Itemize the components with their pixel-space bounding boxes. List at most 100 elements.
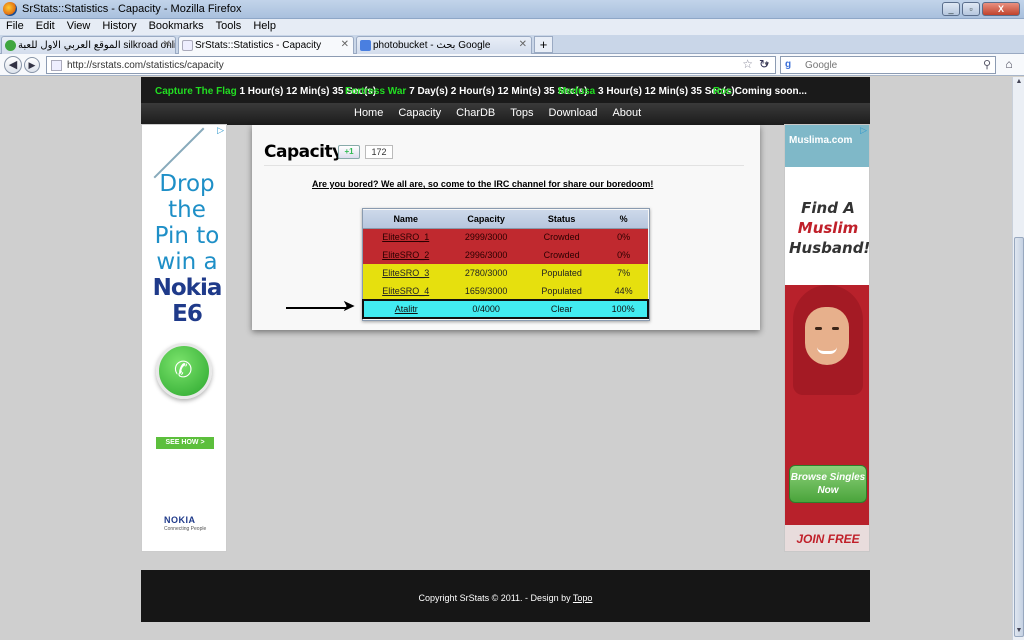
col-name: Name [363,210,449,229]
scroll-up-icon[interactable]: ▲ [1014,78,1024,90]
timer-ctf: Capture The Flag 1 Hour(s) 12 Min(s) 35 … [155,86,376,97]
menu-bookmarks[interactable]: Bookmarks [143,19,210,35]
col-percent: % [599,210,648,229]
ad-nokia[interactable]: ▷ Drop the Pin to win a Nokia E6 ✆ SEE H… [141,124,229,552]
server-percent: 0% [599,228,648,246]
timer-event: Roc [713,86,732,97]
muslima-logo: Muslima.com [789,135,853,146]
server-percent: 44% [599,282,648,300]
url-bar: ☆ ▾ [46,56,776,74]
adchoices-icon[interactable]: ▷ [860,125,867,136]
window-title: SrStats::Statistics - Capacity - Mozilla… [22,3,242,15]
pointer-arrow-icon: ➤ [342,298,356,315]
page-title: Capacity [264,142,343,162]
url-input[interactable] [67,58,727,72]
divider [264,165,744,166]
server-link[interactable]: EliteSRO_1 [363,228,449,246]
timer-medusa: Medusa 3 Hour(s) 12 Min(s) 35 Sec(s) [558,86,735,97]
search-bar: g ⚲ [780,56,996,74]
scroll-thumb[interactable] [1014,237,1024,637]
close-tab-icon[interactable]: ✕ [341,39,349,50]
table-row: EliteSRO_4 1659/3000 Populated 44% [363,282,648,300]
close-tab-icon[interactable]: ✕ [519,39,527,50]
server-status: Crowded [523,228,600,246]
browse-singles-button[interactable]: Browse Singles Now [789,465,867,503]
headline-accent: Muslim [797,219,859,237]
home-icon[interactable]: ⌂ [1000,57,1018,73]
server-link[interactable]: EliteSRO_2 [363,246,449,264]
plus-one-count: 172 [365,145,393,159]
nav-chardb[interactable]: CharDB [456,107,495,119]
nav-tops[interactable]: Tops [510,107,533,119]
tab-label: الموقع العربي الاول للعبة silkroad onlin… [18,40,175,51]
plus-one-button[interactable]: +1 [338,145,360,159]
ad-headline: Find A Muslim Husband! [789,198,870,258]
timer-fortress-war: Fortress War 7 Day(s) 2 Hour(s) 12 Min(s… [345,86,588,97]
bookmark-star-icon[interactable]: ☆ [742,57,753,71]
nav-download[interactable]: Download [549,107,598,119]
ad-headline: Drop the Pin to win a [154,171,220,275]
table-row: EliteSRO_2 2996/3000 Crowded 0% [363,246,648,264]
tab-srstats[interactable]: SrStats::Statistics - Capacity ✕ [178,36,354,55]
table-row: EliteSRO_3 2780/3000 Populated 7% [363,264,648,282]
tab-photobucket[interactable]: photobucket - بحث Google ✕ [356,36,532,54]
window-controls: _ ▫ X [942,2,1020,16]
headline-line-1: Find A [801,199,855,217]
see-how-button[interactable]: SEE HOW > [156,437,214,449]
nav-capacity[interactable]: Capacity [398,107,441,119]
server-status: Clear [523,299,600,319]
menu-history[interactable]: History [96,19,142,35]
minimize-button[interactable]: _ [942,2,960,16]
server-capacity: 0/4000 [448,299,524,319]
server-status: Crowded [523,246,600,264]
copyright-text: Copyright SrStats © 2011. - Design by To… [141,593,870,603]
menu-bar: File Edit View History Bookmarks Tools H… [0,19,1024,35]
designer-link[interactable]: Topo [573,593,593,603]
close-tab-icon[interactable]: ✕ [163,39,171,50]
join-free-button[interactable]: JOIN FREE [785,525,869,551]
menu-view[interactable]: View [61,19,97,35]
loading-icon [5,40,16,51]
irc-link[interactable]: Are you bored? We all are, so come to th… [312,179,653,189]
capacity-panel: Capacity +1 172 Are you bored? We all ar… [252,125,760,330]
menu-help[interactable]: Help [247,19,282,35]
forward-button[interactable]: ▶ [24,57,40,73]
scroll-down-icon[interactable]: ▼ [1014,627,1024,639]
nav-home[interactable]: Home [354,107,383,119]
capacity-table: Name Capacity Status % EliteSRO_1 2999/3… [361,210,649,319]
server-link[interactable]: EliteSRO_4 [363,282,449,300]
server-status: Populated [523,282,600,300]
adchoices-icon[interactable]: ▷ [217,125,224,136]
reload-icon[interactable]: ↻ [759,57,769,71]
server-percent: 0% [599,246,648,264]
server-link[interactable]: EliteSRO_3 [363,264,449,282]
menu-tools[interactable]: Tools [210,19,248,35]
google-engine-icon[interactable]: g [785,59,797,71]
back-button[interactable]: ◀ [4,56,22,74]
tab-silkroad[interactable]: الموقع العربي الاول للعبة silkroad onlin… [1,36,176,54]
search-icon[interactable]: ⚲ [983,58,991,71]
vertical-scrollbar[interactable]: ▲ ▼ [1012,77,1024,640]
timer-event: Medusa [558,86,596,97]
tab-bar: الموقع العربي الاول للعبة silkroad onlin… [0,35,1024,55]
ad-header: Muslima.com [785,125,869,167]
maximize-button[interactable]: ▫ [962,2,980,16]
menu-edit[interactable]: Edit [30,19,61,35]
menu-file[interactable]: File [0,19,30,35]
headline-line-3: Husband! [789,239,870,257]
new-tab-button[interactable]: + [534,36,553,53]
nokia-logo: NOKIA [164,515,196,525]
site-navigation: Home Capacity CharDB Tops Download About [141,103,870,125]
search-input[interactable] [805,58,965,72]
tab-label: SrStats::Statistics - Capacity [195,40,322,51]
close-window-button[interactable]: X [982,2,1020,16]
ad-muslima[interactable]: Muslima.com ▷ Find A Muslim Husband! Bro… [784,124,870,552]
nav-about[interactable]: About [612,107,641,119]
server-link[interactable]: Atalitr [361,299,449,319]
firefox-logo-icon [3,2,17,16]
page-viewport: Capture The Flag 1 Hour(s) 12 Min(s) 35 … [0,77,1012,640]
server-capacity: 2999/3000 [448,228,524,246]
server-percent: 7% [599,264,648,282]
ad-brand: Nokia E6 [152,275,223,327]
col-capacity: Capacity [448,210,524,229]
